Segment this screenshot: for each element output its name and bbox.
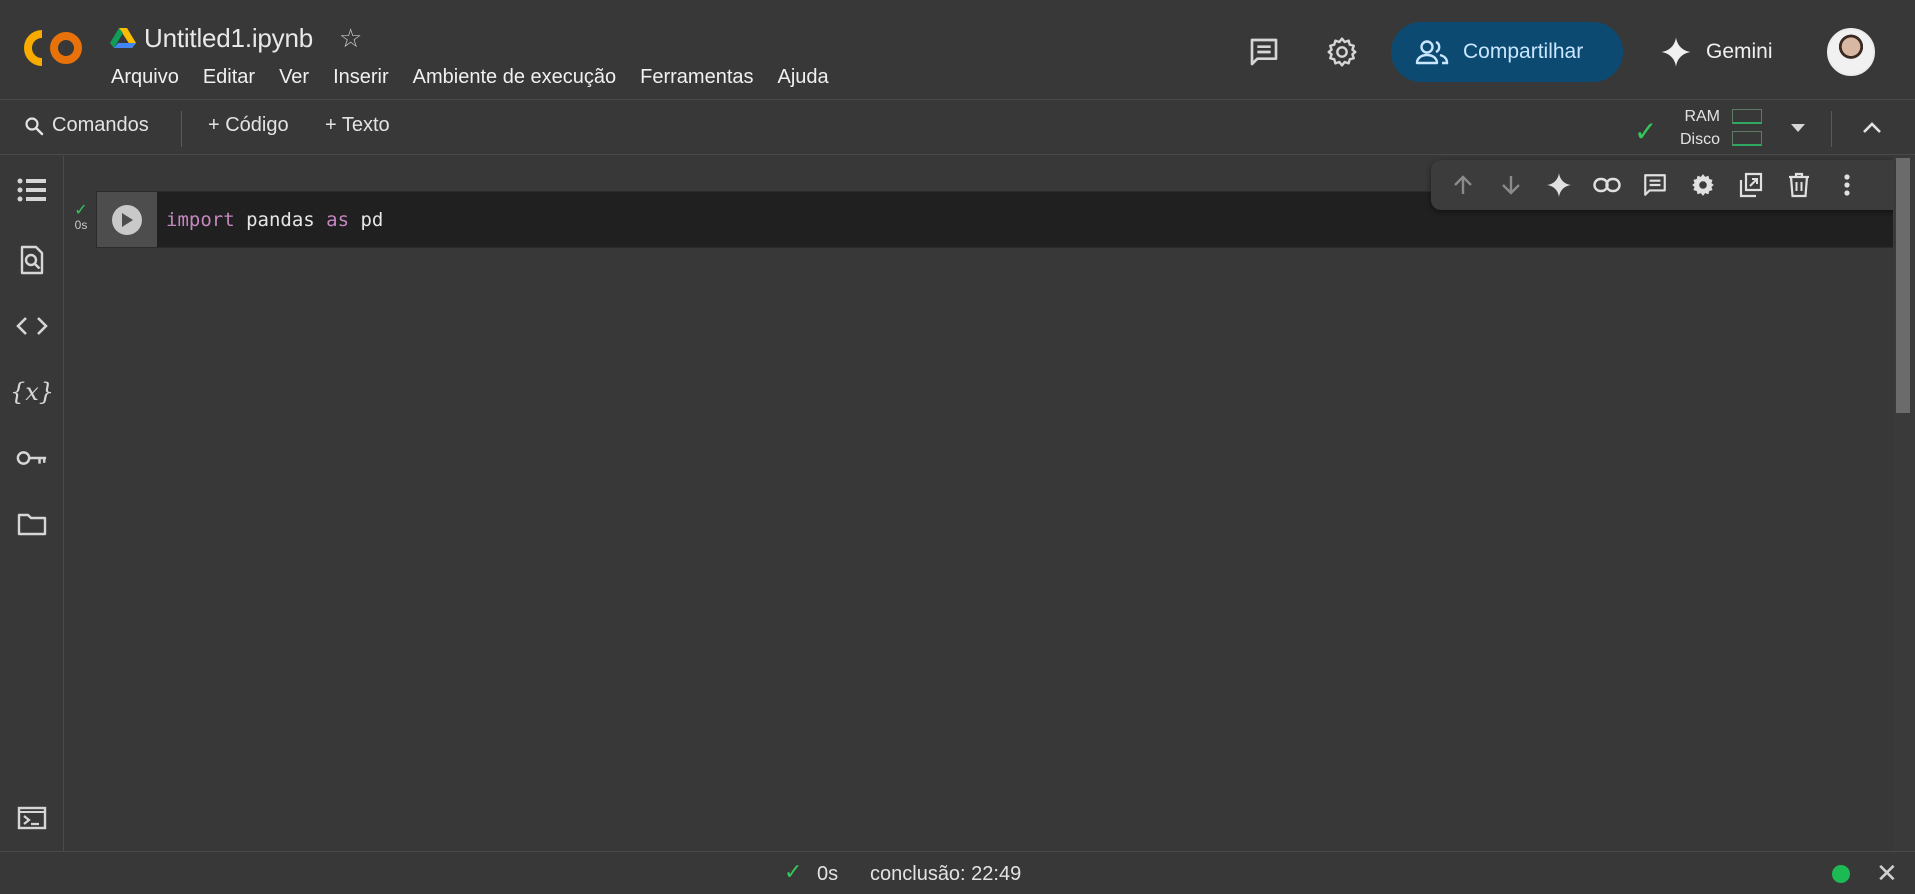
commands-label: Comandos	[52, 114, 149, 136]
find-in-notebook-icon[interactable]	[16, 244, 48, 276]
close-status-icon[interactable]: ✕	[1876, 858, 1898, 889]
code-identifier: pandas	[234, 209, 327, 231]
menu-ajuda[interactable]: Ajuda	[766, 66, 841, 89]
menu-ver[interactable]: Ver	[267, 66, 321, 89]
variables-icon[interactable]: {x}	[10, 376, 54, 408]
cell-execution-status: ✓ 0s	[70, 202, 92, 233]
notebook-toolbar: Comandos + Código + Texto ✓ RAM Disco	[0, 101, 1915, 155]
move-cell-up-button[interactable]	[1439, 161, 1487, 209]
document-title[interactable]: Untitled1.ipynb	[144, 23, 313, 54]
resource-labels[interactable]: RAM Disco	[1680, 105, 1720, 151]
table-of-contents-icon[interactable]	[16, 174, 48, 206]
add-code-button[interactable]: + Código	[208, 114, 289, 137]
sparkle-icon	[1547, 173, 1571, 197]
status-elapsed[interactable]: 0s	[817, 863, 838, 886]
status-completion[interactable]: conclusão: 22:49	[870, 863, 1021, 886]
gear-icon	[1327, 37, 1357, 67]
avatar[interactable]	[1827, 28, 1875, 76]
move-cell-down-button[interactable]	[1487, 161, 1535, 209]
more-options-button[interactable]	[1823, 161, 1871, 209]
settings-button[interactable]	[1320, 30, 1364, 74]
star-icon[interactable]: ☆	[339, 25, 362, 51]
secrets-key-icon[interactable]	[16, 442, 48, 474]
add-text-button[interactable]: + Texto	[325, 114, 390, 137]
search-icon	[25, 116, 44, 135]
caret-down-icon	[1791, 124, 1805, 132]
menu-ferramentas[interactable]: Ferramentas	[628, 66, 765, 89]
toolbar-divider-right	[1831, 111, 1832, 147]
status-check-icon: ✓	[784, 859, 803, 884]
people-icon	[1415, 40, 1449, 65]
cell-exec-time: 0s	[74, 218, 88, 232]
cell-toolbar	[1431, 160, 1915, 210]
gemini-button[interactable]: Gemini	[1660, 30, 1773, 74]
code-editor-line[interactable]: import pandas as pd	[166, 209, 383, 231]
gemini-sparkle-icon	[1661, 37, 1691, 67]
disk-label: Disco	[1680, 131, 1721, 148]
code-keyword: import	[166, 209, 235, 231]
share-label: Compartilhar	[1463, 40, 1584, 63]
disk-meter	[1732, 131, 1762, 146]
colab-logo[interactable]	[24, 28, 88, 68]
chevron-up-icon	[1863, 122, 1881, 133]
scrollbar-thumb[interactable]	[1896, 158, 1910, 413]
link-icon	[1593, 177, 1621, 193]
collapse-header-button[interactable]	[1850, 106, 1894, 150]
comment-icon	[1250, 38, 1278, 66]
open-in-tab-icon	[1739, 172, 1763, 198]
code-identifier: pd	[349, 209, 384, 231]
cell-check-icon: ✓	[74, 202, 88, 219]
comments-button[interactable]	[1242, 30, 1286, 74]
header: Untitled1.ipynb ☆ Arquivo Editar Ver Ins…	[0, 0, 1915, 100]
delete-cell-button[interactable]	[1775, 161, 1823, 209]
title-row: Untitled1.ipynb ☆	[110, 20, 362, 56]
copy-link-button[interactable]	[1583, 161, 1631, 209]
terminal-icon[interactable]	[16, 802, 48, 834]
menu-arquivo[interactable]: Arquivo	[111, 66, 191, 89]
trash-icon	[1789, 172, 1809, 198]
ram-meter	[1732, 109, 1762, 124]
mirror-cell-button[interactable]	[1727, 161, 1775, 209]
run-cell-button[interactable]	[97, 192, 157, 247]
gemini-label: Gemini	[1706, 40, 1773, 63]
resource-meters[interactable]	[1732, 109, 1762, 153]
gemini-cell-button[interactable]	[1535, 161, 1583, 209]
cell-settings-button[interactable]	[1679, 161, 1727, 209]
connection-status-dot	[1832, 865, 1850, 883]
code-snippets-icon[interactable]	[16, 310, 48, 342]
toolbar-divider	[181, 111, 182, 147]
google-drive-icon[interactable]	[110, 27, 136, 49]
code-keyword: as	[326, 209, 350, 231]
gear-icon	[1692, 174, 1714, 196]
folder-icon[interactable]	[16, 508, 48, 540]
menu-ambiente-de-execucao[interactable]: Ambiente de execução	[401, 66, 628, 89]
notebook-content: ✓ 0s import pandas as pd	[65, 156, 1915, 851]
comment-icon	[1644, 174, 1666, 196]
connected-check-icon: ✓	[1634, 116, 1658, 147]
play-icon	[112, 204, 142, 235]
menu-editar[interactable]: Editar	[191, 66, 267, 89]
runtime-dropdown-button[interactable]	[1776, 106, 1820, 150]
menubar: Arquivo Editar Ver Inserir Ambiente de e…	[111, 66, 841, 89]
arrow-down-icon	[1502, 176, 1520, 195]
arrow-up-icon	[1454, 175, 1472, 194]
ram-label: RAM	[1684, 108, 1721, 125]
add-text-label: + Texto	[325, 114, 390, 136]
share-button[interactable]: Compartilhar	[1391, 22, 1623, 82]
add-comment-button[interactable]	[1631, 161, 1679, 209]
more-vert-icon	[1844, 174, 1850, 196]
add-code-label: + Código	[208, 114, 289, 136]
status-bar: ✓ 0s conclusão: 22:49 ✕	[0, 851, 1915, 894]
left-sidebar: {x}	[0, 156, 64, 851]
menu-inserir[interactable]: Inserir	[321, 66, 401, 89]
colab-window: Untitled1.ipynb ☆ Arquivo Editar Ver Ins…	[0, 0, 1915, 894]
commands-button[interactable]: Comandos	[24, 114, 149, 137]
